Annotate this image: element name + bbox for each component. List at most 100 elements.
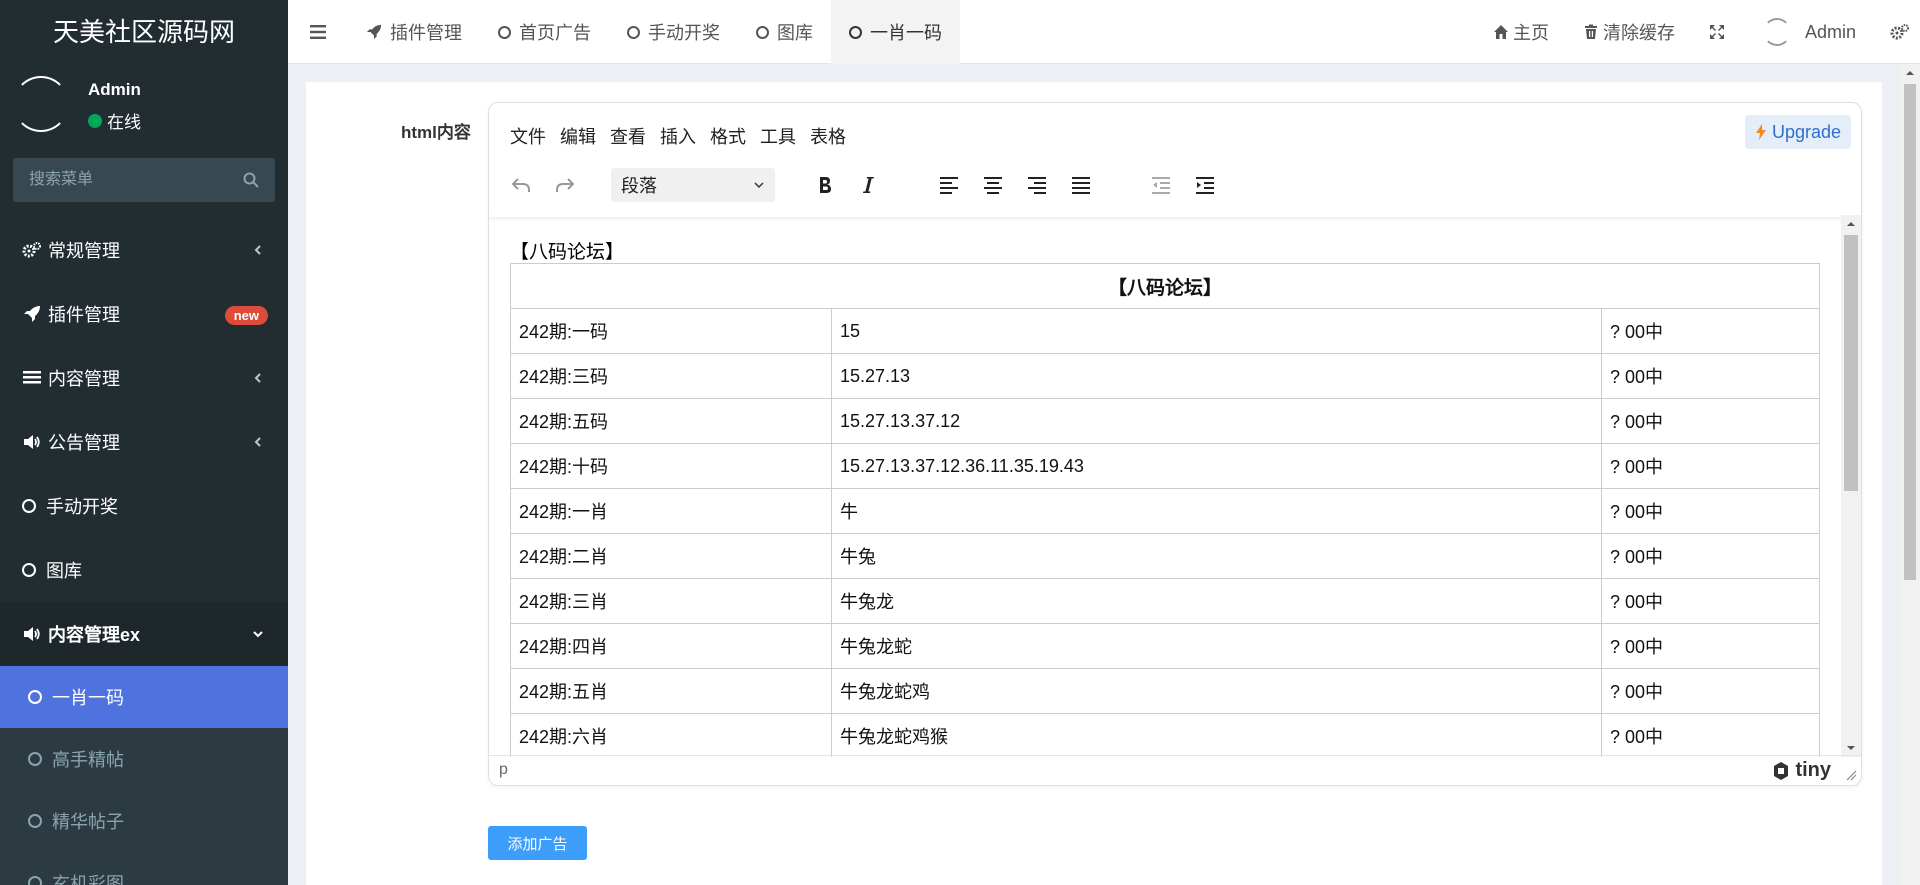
sidebar-subitem-featured-posts[interactable]: 精华帖子	[0, 790, 288, 852]
tab-home-ads[interactable]: 首页广告	[480, 0, 609, 64]
user-menu[interactable]: Admin	[1762, 18, 1856, 46]
italic-icon	[863, 177, 874, 193]
align-right-icon	[1028, 177, 1046, 194]
user-status: 在线	[88, 108, 141, 133]
outdent-button[interactable]	[1143, 167, 1179, 203]
editor-content-area[interactable]: 【八码论坛】 【八码论坛】 242期:一码 15 ? 00中 242期:三码 1…	[490, 215, 1842, 757]
align-center-button[interactable]	[975, 167, 1011, 203]
search-icon[interactable]	[243, 172, 259, 188]
period-cell: 242期:四肖	[510, 623, 832, 669]
menu-view[interactable]: 查看	[603, 117, 653, 153]
sidebar-subitem-expert-posts[interactable]: 高手精帖	[0, 728, 288, 790]
menu-tools[interactable]: 工具	[753, 117, 803, 153]
sidebar-search	[13, 158, 275, 202]
italic-button[interactable]	[851, 167, 887, 203]
circle-icon	[849, 25, 862, 39]
bold-icon	[820, 177, 831, 193]
menu-table[interactable]: 表格	[803, 117, 853, 153]
sidebar-item-announcements[interactable]: 公告管理	[0, 410, 288, 474]
content-table: 【八码论坛】 242期:一码 15 ? 00中 242期:三码 15.27.13…	[510, 263, 1820, 757]
chevron-left-icon	[254, 437, 261, 447]
menu-toggle-icon[interactable]	[308, 22, 328, 42]
sidebar-item-content[interactable]: 内容管理	[0, 346, 288, 410]
tab-gallery[interactable]: 图库	[738, 0, 831, 64]
undo-button[interactable]	[503, 167, 539, 203]
table-header-row: 【八码论坛】	[510, 263, 1820, 309]
align-left-icon	[940, 177, 958, 194]
menu-format[interactable]: 格式	[703, 117, 753, 153]
tab-manual-draw[interactable]: 手动开奖	[609, 0, 738, 64]
sidebar-item-manual-draw[interactable]: 手动开奖	[0, 474, 288, 538]
editor-scroll-thumb[interactable]	[1844, 235, 1858, 491]
value-cell: 牛兔龙蛇鸡	[831, 668, 1602, 714]
editor-statusbar: p tiny	[489, 755, 1861, 785]
fullscreen-button[interactable]	[1709, 24, 1729, 40]
upgrade-button[interactable]: Upgrade	[1744, 115, 1851, 149]
add-ad-button[interactable]: 添加广告	[488, 826, 587, 860]
period-cell: 242期:一肖	[510, 488, 832, 534]
page-scroll-thumb[interactable]	[1904, 84, 1916, 580]
search-input[interactable]	[13, 158, 233, 202]
sidebar-item-label: 手动开奖	[46, 497, 118, 517]
user-menu-label: Admin	[1804, 21, 1856, 42]
sidebar-menu: 常规管理 插件管理 new 内容管理 公告管理 手动开奖 图库 内容管理ex 一…	[0, 218, 288, 885]
sidebar-item-label: 精华帖子	[52, 812, 124, 832]
menu-file[interactable]: 文件	[503, 117, 553, 153]
scroll-down-icon[interactable]	[1846, 743, 1856, 753]
nav-right: 主页 清除缓存 Admin	[1493, 0, 1920, 64]
sidebar-item-general[interactable]: 常规管理	[0, 218, 288, 282]
period-cell: 242期:一码	[510, 308, 832, 354]
tab-one-zodiac[interactable]: 一肖一码	[831, 0, 960, 64]
align-left-button[interactable]	[931, 167, 967, 203]
value-cell: 牛兔龙蛇鸡猴	[831, 713, 1602, 757]
period-cell: 242期:五肖	[510, 668, 832, 714]
result-cell: ? 00中	[1601, 623, 1820, 669]
settings-button[interactable]	[1890, 23, 1914, 41]
result-cell: ? 00中	[1601, 353, 1820, 399]
content-panel: html内容 文件 编辑 查看 插入 格式 工具 表格 Upgrade 段落 【…	[306, 82, 1882, 885]
scroll-up-icon[interactable]	[1905, 68, 1915, 78]
redo-button[interactable]	[547, 167, 583, 203]
align-justify-button[interactable]	[1063, 167, 1099, 203]
circle-icon	[22, 563, 36, 577]
sidebar-item-gallery[interactable]: 图库	[0, 538, 288, 602]
page-scrollbar[interactable]	[1900, 64, 1920, 885]
home-link[interactable]: 主页	[1493, 19, 1549, 45]
indent-button[interactable]	[1187, 167, 1223, 203]
result-cell: ? 00中	[1601, 308, 1820, 354]
circle-icon	[22, 499, 36, 513]
tiny-logo-icon	[1774, 761, 1789, 780]
undo-icon	[511, 178, 530, 192]
table-row: 242期:六肖 牛兔龙蛇鸡猴 ? 00中	[510, 713, 1820, 757]
brand-logo[interactable]: 天美社区源码网	[0, 0, 288, 64]
rocket-icon	[22, 304, 42, 324]
sidebar-subitem-one-zodiac[interactable]: 一肖一码	[0, 666, 288, 728]
bold-button[interactable]	[807, 167, 843, 203]
scroll-up-icon[interactable]	[1846, 219, 1856, 229]
clear-cache-button[interactable]: 清除缓存	[1583, 19, 1675, 45]
chevron-down-icon	[754, 182, 764, 189]
sidebar-item-label: 一肖一码	[52, 688, 124, 708]
tab-plugins[interactable]: 插件管理	[348, 0, 480, 64]
align-right-button[interactable]	[1019, 167, 1055, 203]
tab-label: 手动开奖	[648, 23, 720, 43]
tiny-brand-link[interactable]: tiny	[1771, 759, 1831, 782]
block-format-select[interactable]: 段落	[611, 168, 775, 202]
table-header-cell: 【八码论坛】	[510, 263, 1820, 309]
sidebar: 天美社区源码网 Admin 在线 常规管理 插件管理 new	[0, 0, 288, 885]
sidebar-item-plugins[interactable]: 插件管理 new	[0, 282, 288, 346]
menu-insert[interactable]: 插入	[653, 117, 703, 153]
element-path[interactable]: p	[499, 761, 508, 779]
value-cell: 15	[831, 308, 1602, 354]
editor-scrollbar[interactable]	[1841, 215, 1861, 757]
list-icon	[22, 368, 42, 388]
sidebar-item-content-ex[interactable]: 内容管理ex	[0, 602, 288, 666]
period-cell: 242期:二肖	[510, 533, 832, 579]
resize-handle-icon[interactable]	[1845, 769, 1857, 781]
table-row: 242期:一肖 牛 ? 00中	[510, 488, 1820, 534]
tab-label: 图库	[777, 23, 813, 43]
menu-edit[interactable]: 编辑	[553, 117, 603, 153]
value-cell: 牛	[831, 488, 1602, 534]
sidebar-subitem-mystery-images[interactable]: 玄机彩图	[0, 852, 288, 885]
value-cell: 15.27.13.37.12.36.11.35.19.43	[831, 443, 1602, 489]
